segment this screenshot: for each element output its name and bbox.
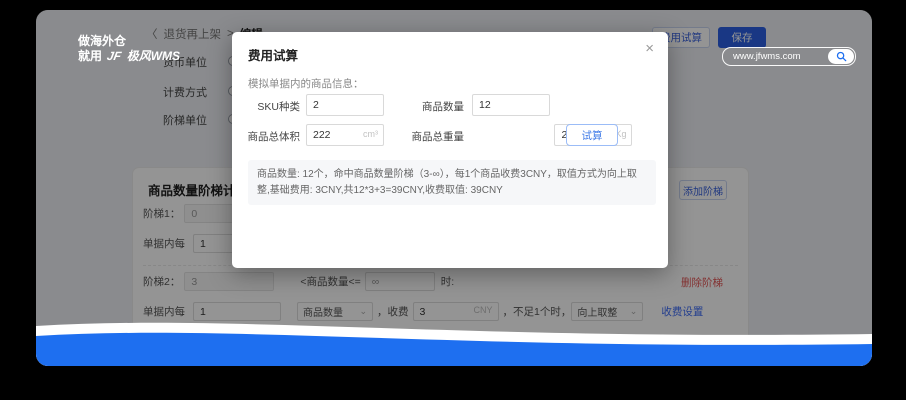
- slogan-line2: 就用 JF 极风WMS: [78, 49, 180, 64]
- modal-title: 费用试算: [248, 45, 298, 64]
- slogan-prefix: 就用: [78, 49, 102, 63]
- sku-type-input[interactable]: [306, 94, 384, 116]
- jf-logo: JF: [106, 49, 123, 64]
- search-icon: [836, 51, 847, 62]
- total-weight-label: 商品总重量: [410, 129, 464, 144]
- product-qty-label: 商品数量: [410, 99, 464, 114]
- close-icon[interactable]: ×: [645, 41, 654, 56]
- fee-trial-modal: 费用试算 × 模拟单据内的商品信息： SKU种类 商品数量 商品总体积 cm³ …: [232, 32, 668, 268]
- trial-result-box: 商品数量: 12个，命中商品数量阶梯（3-∞），每1个商品收费3CNY，取值方式…: [248, 160, 656, 205]
- modal-caption: 模拟单据内的商品信息：: [248, 76, 364, 91]
- website-pill: www.jfwms.com: [722, 47, 856, 66]
- app-window: 〈 退货再上架 > 编辑 费用试算 保存 货币单位 计费方式 阶梯单位 商品数量…: [36, 10, 872, 366]
- brand-name: 极风WMS: [127, 49, 180, 63]
- product-qty-input[interactable]: [472, 94, 550, 116]
- total-volume-input[interactable]: [306, 124, 384, 146]
- trial-calc-button[interactable]: 试算: [566, 124, 618, 146]
- total-volume-label: 商品总体积: [238, 129, 300, 144]
- canvas: { "window": { "breadcrumb": {"back_icon"…: [0, 0, 906, 400]
- slogan-line1: 做海外仓: [78, 34, 180, 49]
- sku-type-label: SKU种类: [242, 99, 300, 114]
- website-url: www.jfwms.com: [723, 51, 828, 62]
- footer-slogan: 做海外仓 就用 JF 极风WMS: [78, 34, 180, 64]
- search-button[interactable]: [828, 49, 854, 64]
